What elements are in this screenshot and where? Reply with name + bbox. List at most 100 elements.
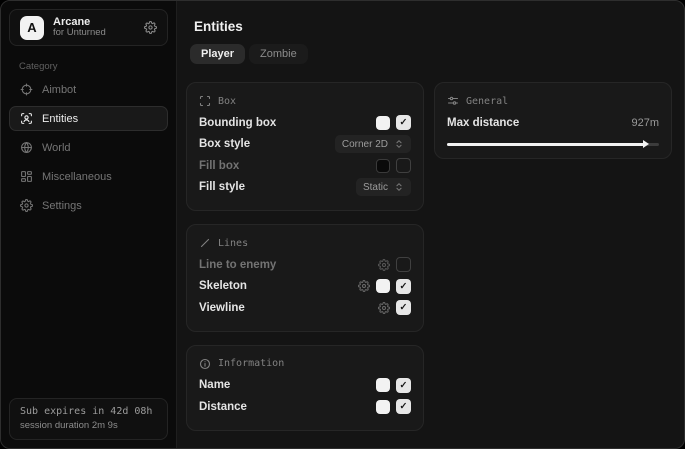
setting-label: Viewline [199,302,245,314]
setting-row-max-distance: Max distance 927m [447,112,659,134]
check-icon: ✓ [400,401,408,412]
setting-label: Fill box [199,160,239,172]
setting-row-fill-style: Fill style Static [199,177,411,199]
information-section-card: Information Name ✓ Distance ✓ [186,345,424,431]
sliders-icon [447,95,459,107]
crosshair-icon [20,83,33,96]
setting-row-skeleton: Skeleton ✓ [199,276,411,298]
setting-row-line-to-enemy: Line to enemy [199,254,411,276]
session-duration-text: session duration 2m 9s [20,420,157,431]
right-column: General Max distance 927m [434,82,672,159]
sidebar-nav: Aimbot Entities World Miscellaneous [9,77,168,218]
app-logo: A [20,16,44,40]
section-title: Information [218,358,284,369]
setting-label: Name [199,379,230,391]
gear-icon[interactable] [378,302,390,314]
information-section-header: Information [199,358,411,370]
dashboard-icon [20,170,33,183]
setting-row-viewline: Viewline ✓ [199,297,411,319]
checkbox-checked[interactable]: ✓ [396,300,411,315]
setting-row-fill-box: Fill box [199,155,411,177]
setting-label: Max distance [447,117,519,129]
tab-bar: Player Zombie [190,44,670,64]
box-section-header: Box [199,95,411,107]
subscription-info-card: Sub expires in 42d 08h session duration … [9,398,168,440]
setting-label: Line to enemy [199,259,276,271]
gear-icon[interactable] [358,280,370,292]
lines-section-card: Lines Line to enemy Skeleton [186,224,424,332]
setting-label: Box style [199,138,250,150]
diagonal-line-icon [199,237,211,249]
globe-icon [20,141,33,154]
general-section-card: General Max distance 927m [434,82,672,159]
color-swatch[interactable] [376,378,390,392]
chevrons-up-down-icon [394,139,404,149]
section-title: General [466,96,508,107]
left-column: Box Bounding box ✓ Box style Corner 2D [186,82,424,431]
tab-zombie[interactable]: Zombie [249,44,308,64]
section-title: Box [218,96,236,107]
slider-value: 927m [631,117,659,129]
sidebar-item-miscellaneous[interactable]: Miscellaneous [9,164,168,189]
slider-fill [447,143,644,146]
color-swatch[interactable] [376,279,390,293]
setting-label: Fill style [199,181,245,193]
checkbox-unchecked[interactable] [396,257,411,272]
check-icon: ✓ [400,302,408,313]
checkbox-checked[interactable]: ✓ [396,399,411,414]
row-controls [376,158,411,173]
setting-row-distance: Distance ✓ [199,396,411,418]
brand-text: Arcane for Unturned [53,16,106,40]
checkbox-checked[interactable]: ✓ [396,115,411,130]
sidebar: A Arcane for Unturned Category Aimbot [1,1,177,448]
check-icon: ✓ [400,380,408,391]
sidebar-item-label: World [42,142,71,154]
category-label: Category [19,61,158,72]
check-icon: ✓ [400,281,408,292]
setting-row-box-style: Box style Corner 2D [199,134,411,156]
color-swatch[interactable] [376,116,390,130]
content-columns: Box Bounding box ✓ Box style Corner 2D [186,82,670,431]
entities-icon [20,112,33,125]
setting-row-bounding-box: Bounding box ✓ [199,112,411,134]
row-controls: ✓ [378,300,411,315]
checkbox-unchecked[interactable] [396,158,411,173]
select-value: Static [363,182,388,193]
gear-icon[interactable] [378,259,390,271]
info-icon [199,358,211,370]
color-swatch[interactable] [376,159,390,173]
row-controls: ✓ [376,378,411,393]
gear-icon[interactable] [144,21,157,34]
tab-player[interactable]: Player [190,44,245,64]
row-controls: ✓ [376,399,411,414]
sidebar-item-label: Settings [42,200,82,212]
sidebar-item-label: Miscellaneous [42,171,112,183]
sidebar-item-aimbot[interactable]: Aimbot [9,77,168,102]
select-value: Corner 2D [342,139,388,150]
app-window: A Arcane for Unturned Category Aimbot [0,0,685,449]
setting-row-name: Name ✓ [199,375,411,397]
box-section-card: Box Bounding box ✓ Box style Corner 2D [186,82,424,211]
sidebar-item-label: Entities [42,113,78,125]
fill-style-select[interactable]: Static [356,178,411,196]
setting-label: Bounding box [199,117,276,129]
box-style-select[interactable]: Corner 2D [335,135,411,153]
max-distance-slider[interactable] [447,143,659,146]
page-title: Entities [194,19,670,34]
general-section-header: General [447,95,659,107]
color-swatch[interactable] [376,400,390,414]
section-title: Lines [218,238,248,249]
lines-section-header: Lines [199,237,411,249]
checkbox-checked[interactable]: ✓ [396,279,411,294]
slider-thumb[interactable] [643,140,649,148]
setting-label: Distance [199,401,247,413]
sidebar-item-entities[interactable]: Entities [9,106,168,131]
sidebar-item-label: Aimbot [42,84,76,96]
chevrons-up-down-icon [394,182,404,192]
scan-brackets-icon [199,95,211,107]
gear-icon [20,199,33,212]
sidebar-item-world[interactable]: World [9,135,168,160]
checkbox-checked[interactable]: ✓ [396,378,411,393]
sidebar-item-settings[interactable]: Settings [9,193,168,218]
main-content: Entities Player Zombie Box Bounding box [177,1,684,448]
